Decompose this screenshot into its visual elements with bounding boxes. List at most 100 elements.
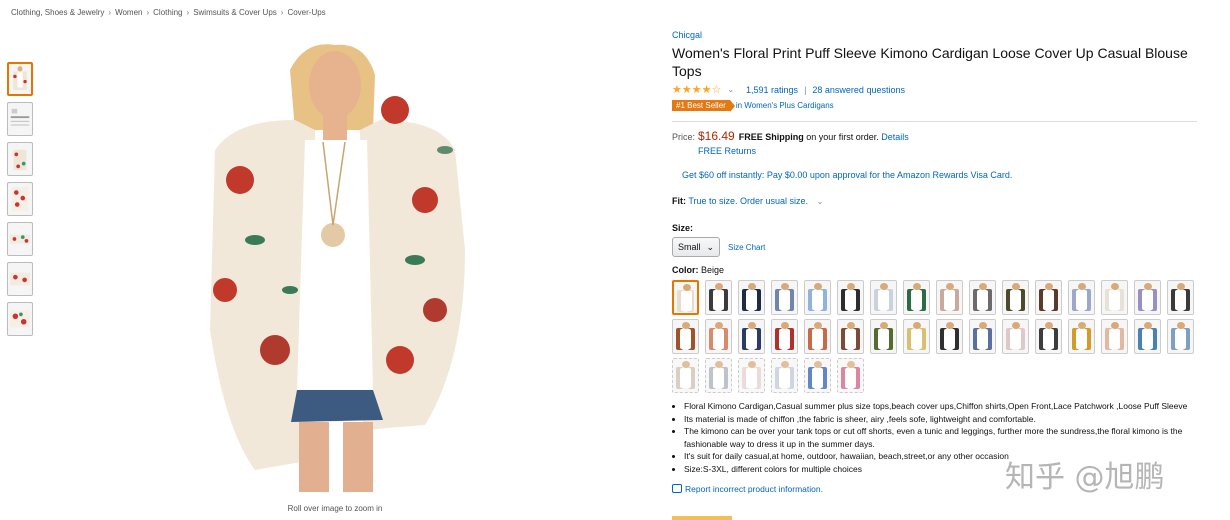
- color-swatch[interactable]: [705, 280, 732, 315]
- swatch-top: [1043, 290, 1054, 310]
- thumbnail-1[interactable]: [7, 62, 33, 96]
- color-swatch[interactable]: [705, 358, 732, 393]
- swatch-model-head: [1111, 322, 1119, 329]
- swatch-model-head: [715, 361, 723, 368]
- color-swatch[interactable]: [738, 358, 765, 393]
- color-swatch[interactable]: [1035, 280, 1062, 315]
- color-swatch[interactable]: [837, 280, 864, 315]
- breadcrumb-cover-ups[interactable]: Cover-Ups: [287, 8, 325, 17]
- rewards-card-promo-link[interactable]: Get $60 off instantly: Pay $0.00 upon ap…: [682, 170, 1197, 180]
- color-swatch[interactable]: [672, 358, 699, 393]
- answered-questions-link[interactable]: 28 answered questions: [812, 85, 905, 95]
- swatch-top: [845, 329, 856, 349]
- thumbnail-3[interactable]: [7, 142, 33, 176]
- fit-recommendation-link[interactable]: True to size. Order usual size.: [688, 196, 808, 206]
- swatch-model-head: [715, 322, 723, 329]
- color-swatch[interactable]: [870, 280, 897, 315]
- swatch-model-head: [1144, 283, 1152, 290]
- color-swatch[interactable]: [1035, 319, 1062, 354]
- breadcrumb-separator: ›: [280, 8, 284, 17]
- color-swatch[interactable]: [903, 280, 930, 315]
- thumbnail-7[interactable]: [7, 302, 33, 336]
- swatch-top: [1109, 329, 1120, 349]
- swatch-top: [1043, 329, 1054, 349]
- swatch-model-head: [979, 283, 987, 290]
- free-returns-link[interactable]: FREE Returns: [698, 146, 1197, 156]
- swatch-model-head: [814, 283, 822, 290]
- best-seller-category-link[interactable]: in Women's Plus Cardigans: [736, 101, 834, 110]
- breadcrumb-separator: ›: [186, 8, 190, 17]
- price-row: Price: $16.49 FREE Shipping on your firs…: [672, 129, 1197, 143]
- size-chart-link[interactable]: Size Chart: [728, 243, 765, 252]
- color-swatch[interactable]: [771, 358, 798, 393]
- color-swatch[interactable]: [738, 280, 765, 315]
- swatch-top: [911, 329, 922, 349]
- breadcrumb-clothing-shoes-jewelry[interactable]: Clothing, Shoes & Jewelry: [11, 8, 104, 17]
- color-swatch[interactable]: [1002, 319, 1029, 354]
- swatch-top: [1175, 329, 1186, 349]
- size-dropdown[interactable]: Small ⌄: [672, 237, 720, 257]
- swatch-model-head: [682, 322, 690, 329]
- breadcrumb-women[interactable]: Women: [115, 8, 142, 17]
- color-swatch[interactable]: [1002, 280, 1029, 315]
- color-swatch[interactable]: [1134, 280, 1161, 315]
- size-selected-value: Small: [678, 242, 701, 252]
- thumbnail-5[interactable]: [7, 222, 33, 256]
- feature-bullet: The kimono can be over your tank tops or…: [684, 425, 1204, 450]
- swatch-model-head: [683, 284, 691, 291]
- add-to-cart-bar-partial[interactable]: [672, 516, 732, 520]
- color-swatch[interactable]: [705, 319, 732, 354]
- swatch-model-head: [748, 361, 756, 368]
- color-swatch[interactable]: [1101, 319, 1128, 354]
- color-swatch[interactable]: [672, 280, 699, 315]
- main-product-image[interactable]: [195, 30, 475, 496]
- breadcrumb-swimsuits-cover-ups[interactable]: Swimsuits & Cover Ups: [193, 8, 277, 17]
- brand-link[interactable]: Chicgal: [672, 30, 1197, 40]
- swatch-model-head: [913, 283, 921, 290]
- chevron-down-icon[interactable]: ⌄: [817, 197, 824, 206]
- color-swatch[interactable]: [1134, 319, 1161, 354]
- thumbnail-4[interactable]: [7, 182, 33, 216]
- color-swatch[interactable]: [837, 358, 864, 393]
- chevron-down-icon[interactable]: ⌄: [727, 85, 734, 94]
- swatch-model-head: [1012, 283, 1020, 290]
- thumbnail-6[interactable]: [7, 262, 33, 296]
- thumbnail-gallery: [7, 62, 35, 342]
- free-shipping-label: FREE Shipping: [738, 132, 804, 142]
- thumbnail-2[interactable]: [7, 102, 33, 136]
- color-swatch[interactable]: [1068, 319, 1095, 354]
- divider: |: [804, 84, 807, 95]
- swatch-model-head: [781, 283, 789, 290]
- color-swatch[interactable]: [804, 358, 831, 393]
- shipping-details-link[interactable]: Details: [881, 132, 909, 142]
- color-swatch[interactable]: [936, 280, 963, 315]
- color-swatch[interactable]: [903, 319, 930, 354]
- swatch-top: [812, 368, 823, 388]
- color-swatch[interactable]: [1167, 280, 1194, 315]
- breadcrumb-clothing[interactable]: Clothing: [153, 8, 182, 17]
- swatch-model-head: [682, 361, 690, 368]
- color-swatch[interactable]: [1068, 280, 1095, 315]
- color-swatch[interactable]: [672, 319, 699, 354]
- color-swatch[interactable]: [1167, 319, 1194, 354]
- color-swatch[interactable]: [771, 280, 798, 315]
- color-swatch[interactable]: [936, 319, 963, 354]
- swatch-model-head: [1177, 322, 1185, 329]
- color-swatch[interactable]: [804, 280, 831, 315]
- swatch-top: [1076, 290, 1087, 310]
- color-swatch[interactable]: [804, 319, 831, 354]
- color-swatch[interactable]: [771, 319, 798, 354]
- color-swatch[interactable]: [738, 319, 765, 354]
- star-rating-icon[interactable]: ★★★★☆: [672, 83, 721, 96]
- product-title: Women's Floral Print Puff Sleeve Kimono …: [672, 45, 1188, 79]
- ratings-link[interactable]: 1,591 ratings: [746, 85, 798, 95]
- swatch-top: [746, 290, 757, 310]
- color-swatch[interactable]: [969, 319, 996, 354]
- chevron-down-icon: ⌄: [706, 241, 714, 252]
- color-swatch[interactable]: [969, 280, 996, 315]
- color-swatch[interactable]: [870, 319, 897, 354]
- size-label: Size:: [672, 223, 694, 233]
- breadcrumb-separator: ›: [108, 8, 112, 17]
- color-swatch[interactable]: [1101, 280, 1128, 315]
- color-swatch[interactable]: [837, 319, 864, 354]
